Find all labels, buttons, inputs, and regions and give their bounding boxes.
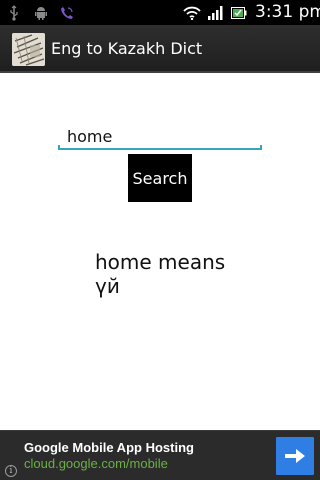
wifi-icon	[181, 0, 203, 25]
action-bar: Eng to Kazakh Dict	[0, 25, 320, 73]
search-input-underline-tick	[58, 145, 60, 150]
ad-open-button[interactable]	[276, 437, 314, 475]
ad-banner[interactable]: Google Mobile App Hosting cloud.google.c…	[0, 430, 320, 480]
android-icon	[32, 0, 50, 25]
search-button[interactable]: Search	[128, 154, 192, 202]
search-input-underline-tick	[260, 145, 262, 150]
search-input-underline	[58, 148, 262, 150]
status-bar: 3:31 pm	[0, 0, 320, 25]
dictionary-app-icon	[12, 33, 45, 66]
arrow-right-icon	[285, 449, 305, 463]
info-icon[interactable]: i	[5, 465, 17, 477]
phone-icon	[58, 0, 76, 25]
usb-icon	[5, 0, 23, 25]
signal-icon	[206, 0, 226, 25]
app-title: Eng to Kazakh Dict	[51, 39, 203, 58]
ad-title[interactable]: Google Mobile App Hosting	[24, 440, 194, 455]
ad-url[interactable]: cloud.google.com/mobile	[24, 456, 168, 471]
translation-result: home means үй	[95, 250, 226, 298]
clock: 3:31 pm	[255, 2, 320, 22]
battery-icon	[229, 0, 249, 25]
